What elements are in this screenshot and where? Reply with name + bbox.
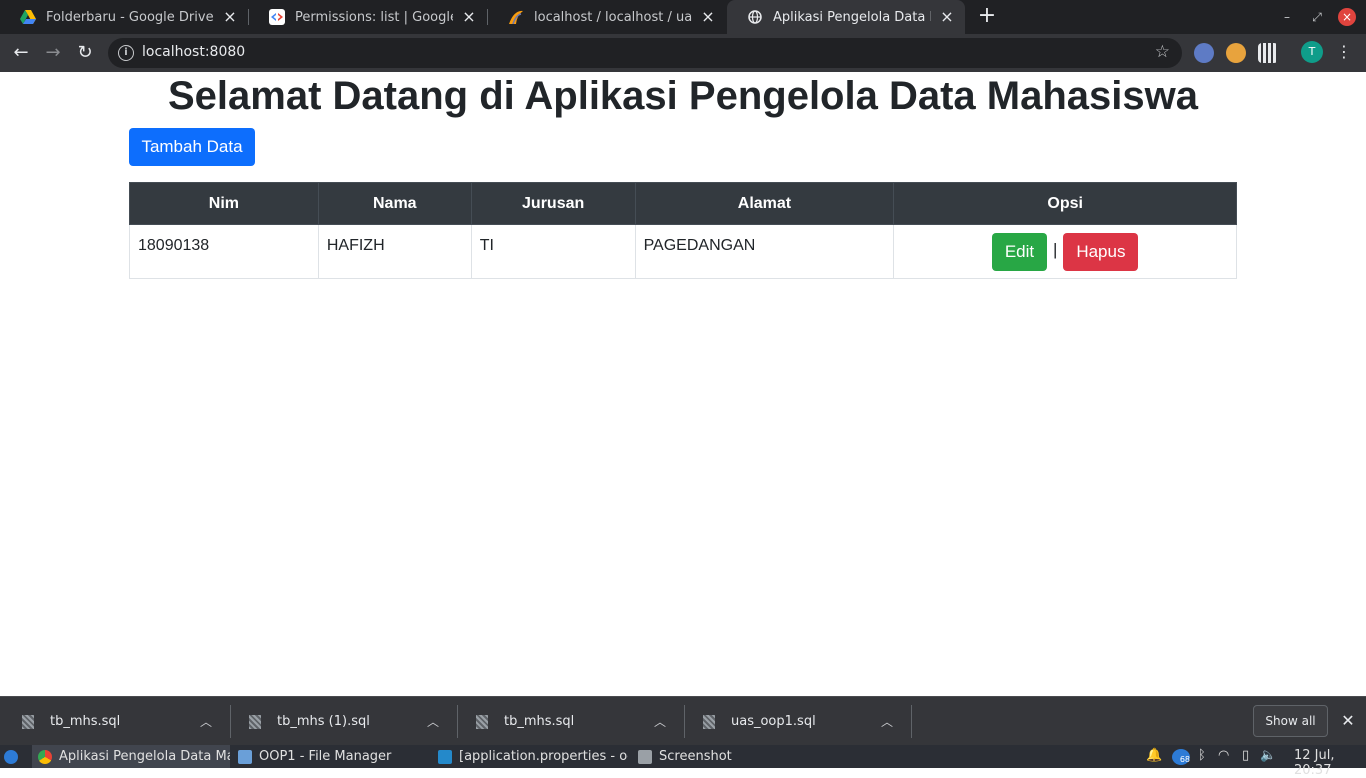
back-arrow-icon[interactable]: ← — [8, 40, 34, 66]
wifi-icon[interactable]: ◠ — [1218, 748, 1229, 763]
tab-title: Aplikasi Pengelola Data Mahasiswa — [773, 9, 931, 25]
forward-arrow-icon[interactable]: → — [40, 40, 66, 66]
tab-title: localhost / localhost / uas_oop1 — [534, 9, 692, 25]
phpmyadmin-icon — [508, 9, 524, 25]
chevron-up-icon[interactable]: ︿ — [881, 713, 893, 730]
tab-close-icon[interactable]: × — [461, 9, 477, 25]
extension-brain-icon[interactable] — [1226, 43, 1246, 63]
browser-toolbar: ← → ↻ i localhost:8080 ☆ T ⋮ — [0, 34, 1366, 72]
taskbar-item[interactable]: Aplikasi Pengelola Data Mah... — [32, 745, 230, 768]
cell-nim: 18090138 — [129, 224, 319, 279]
chevron-up-icon[interactable]: ︿ — [427, 713, 439, 730]
qr-code-icon[interactable] — [1258, 43, 1278, 63]
file-icon — [703, 714, 715, 729]
camera-icon — [638, 749, 652, 764]
tab-aplikasi[interactable]: Aplikasi Pengelola Data Mahasiswa × — [727, 0, 965, 34]
taskbar-item[interactable]: [application.properties - oop... — [432, 745, 628, 768]
volume-icon[interactable]: 🔈 — [1260, 748, 1276, 763]
chevron-up-icon[interactable]: ︿ — [200, 713, 212, 730]
edit-button[interactable]: Edit — [991, 233, 1047, 271]
download-item[interactable]: tb_mhs (1).sql ︿ — [249, 697, 457, 746]
page-title: Selamat Datang di Aplikasi Pengelola Dat… — [168, 74, 1198, 118]
folder-icon — [238, 749, 252, 764]
table-header-row: Nim Nama Jurusan Alamat Opsi — [129, 182, 1237, 225]
google-drive-icon — [20, 9, 36, 25]
taskbar-item-label: [application.properties - oop... — [459, 749, 628, 764]
file-icon — [249, 714, 261, 729]
column-header-opsi: Opsi — [893, 182, 1237, 225]
app-launcher-icon — [4, 749, 18, 764]
student-table: Nim Nama Jurusan Alamat Opsi 18090138 HA… — [129, 182, 1237, 279]
tab-title: Folderbaru - Google Drive — [46, 9, 214, 25]
taskbar-item-label: Aplikasi Pengelola Data Mah... — [59, 749, 230, 764]
taskbar-item[interactable]: Screenshot — [632, 745, 828, 768]
update-badge-icon[interactable]: 68 — [1172, 749, 1190, 765]
url-text: localhost:8080 — [142, 44, 246, 60]
minimize-icon[interactable]: – — [1278, 8, 1296, 26]
chrome-icon — [38, 749, 52, 764]
cell-jurusan: TI — [470, 224, 636, 279]
tab-phpmyadmin[interactable]: localhost / localhost / uas_oop1 × — [488, 0, 726, 34]
tab-google-drive[interactable]: Folderbaru - Google Drive × — [0, 0, 248, 34]
vscode-icon — [438, 749, 452, 764]
download-item[interactable]: uas_oop1.sql ︿ — [703, 697, 911, 746]
download-item[interactable]: tb_mhs.sql ︿ — [476, 697, 684, 746]
download-separator — [230, 705, 231, 738]
add-data-button[interactable]: Tambah Data — [129, 128, 255, 166]
profile-avatar[interactable]: T — [1301, 41, 1323, 63]
column-header-nama: Nama — [317, 182, 472, 225]
battery-icon[interactable]: ▯ — [1242, 748, 1249, 763]
download-filename: tb_mhs (1).sql — [277, 714, 370, 729]
menu-kebab-icon[interactable]: ⋮ — [1334, 42, 1354, 61]
download-filename: tb_mhs.sql — [504, 714, 575, 729]
google-developers-icon — [269, 9, 285, 25]
bluetooth-icon[interactable]: ᛒ — [1198, 748, 1206, 763]
close-shelf-icon[interactable]: ✕ — [1338, 711, 1358, 730]
new-tab-icon[interactable]: + — [975, 5, 999, 29]
column-header-alamat: Alamat — [634, 182, 895, 225]
file-icon — [22, 714, 34, 729]
download-separator — [911, 705, 912, 738]
tab-close-icon[interactable]: × — [700, 9, 716, 25]
browser-tab-strip: Folderbaru - Google Drive × Permissions:… — [0, 0, 1366, 34]
tab-title: Permissions: list | Google Drive — [295, 9, 453, 25]
info-icon[interactable]: i — [118, 45, 134, 61]
download-separator — [684, 705, 685, 738]
window-close-icon[interactable]: × — [1338, 8, 1356, 26]
notification-bell-icon[interactable]: 🔔 — [1146, 748, 1162, 763]
extension-globe-icon[interactable] — [1194, 43, 1214, 63]
table-row: 18090138 HAFIZH TI PAGEDANGAN Edit | Hapus — [129, 224, 1237, 279]
page-content: Selamat Datang di Aplikasi Pengelola Dat… — [0, 72, 1366, 696]
cell-opsi: Edit | Hapus — [893, 224, 1237, 279]
tab-permissions[interactable]: Permissions: list | Google Drive × — [249, 0, 487, 34]
column-header-jurusan: Jurusan — [470, 182, 636, 225]
os-taskbar: Aplikasi Pengelola Data Mah... OOP1 - Fi… — [0, 745, 1366, 778]
file-icon — [476, 714, 488, 729]
delete-button[interactable]: Hapus — [1063, 233, 1139, 271]
column-header-nim: Nim — [129, 182, 319, 225]
clock[interactable]: 12 Jul, 20:37 — [1294, 748, 1366, 778]
show-all-button[interactable]: Show all — [1253, 705, 1328, 737]
globe-icon — [747, 9, 763, 25]
action-separator: | — [1052, 240, 1058, 259]
taskbar-item-label: OOP1 - File Manager — [259, 749, 392, 764]
bookmark-star-icon[interactable]: ☆ — [1155, 42, 1170, 62]
chevron-up-icon[interactable]: ︿ — [654, 713, 666, 730]
download-separator — [457, 705, 458, 738]
reload-icon[interactable]: ↻ — [72, 40, 98, 66]
start-menu-icon[interactable] — [4, 745, 22, 768]
address-bar[interactable]: i localhost:8080 ☆ — [108, 38, 1182, 68]
tab-close-icon[interactable]: × — [939, 9, 955, 25]
taskbar-item-label: Screenshot — [659, 749, 732, 764]
tab-close-icon[interactable]: × — [222, 9, 238, 25]
download-filename: tb_mhs.sql — [50, 714, 121, 729]
download-filename: uas_oop1.sql — [731, 714, 816, 729]
cell-alamat: PAGEDANGAN — [634, 224, 895, 279]
restore-icon[interactable]: ⤢ — [1308, 8, 1326, 26]
cell-nama: HAFIZH — [317, 224, 472, 279]
downloads-shelf: tb_mhs.sql ︿ tb_mhs (1).sql ︿ tb_mhs.sql… — [0, 696, 1366, 745]
download-item[interactable]: tb_mhs.sql ︿ — [22, 697, 230, 746]
taskbar-item[interactable]: OOP1 - File Manager — [232, 745, 428, 768]
